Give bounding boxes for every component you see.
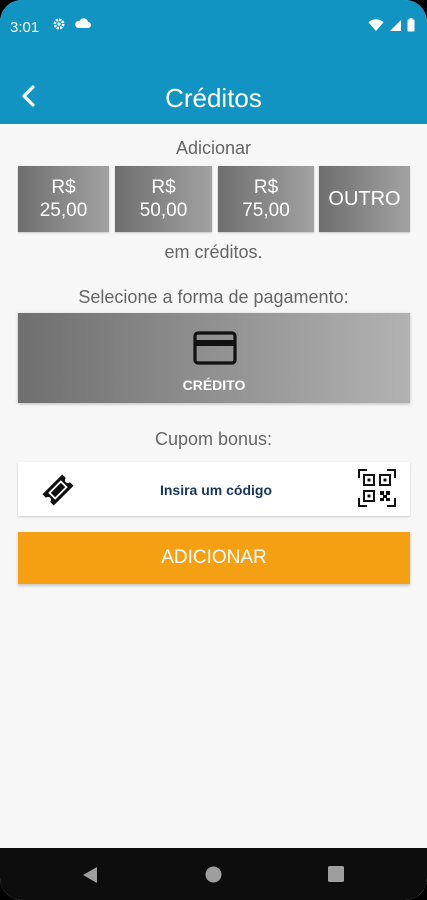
- coupon-input[interactable]: [98, 474, 334, 506]
- amount-button-other[interactable]: OUTRO: [319, 166, 410, 232]
- credit-card-icon: [193, 330, 237, 366]
- amount-currency: R$: [151, 177, 176, 198]
- cloud-icon: [74, 16, 92, 32]
- amount-button-25[interactable]: R$ 25,00: [18, 166, 109, 232]
- status-bar: 3:01: [0, 0, 427, 50]
- app-bar: 3:01 Créditos: [0, 0, 427, 124]
- amount-button-75[interactable]: R$ 75,00: [218, 166, 314, 232]
- payment-select-label: Selecione a forma de pagamento:: [78, 287, 349, 307]
- home-nav-icon[interactable]: [205, 866, 222, 888]
- qr-code-icon[interactable]: [358, 469, 396, 507]
- add-credits-button[interactable]: ADICIONAR: [18, 532, 410, 584]
- status-right-icons: [368, 18, 415, 36]
- amount-button-50[interactable]: R$ 50,00: [115, 166, 212, 232]
- payment-option-credit[interactable]: CRÉDITO: [18, 313, 410, 403]
- add-label: Adicionar: [175, 138, 252, 158]
- gear-icon: [52, 17, 66, 35]
- coupon-field: [18, 462, 410, 516]
- coupon-label: Cupom bonus:: [154, 429, 273, 449]
- amount-value: 75,00: [242, 200, 290, 221]
- signal-icon: [389, 19, 402, 36]
- status-time: 3:01: [10, 19, 40, 36]
- recents-nav-icon[interactable]: [328, 866, 344, 887]
- payment-option-label: CRÉDITO: [182, 377, 246, 393]
- credits-suffix-label: em créditos.: [164, 242, 263, 262]
- amount-value: 25,00: [39, 200, 88, 221]
- system-nav-bar: [0, 848, 427, 900]
- amount-currency: R$: [253, 177, 279, 198]
- back-nav-icon[interactable]: [82, 866, 98, 889]
- amount-currency: R$: [51, 177, 76, 198]
- phone-screen: 3:01 Créditos Adicionar R$ 25,00 R$ 50,0…: [0, 0, 427, 900]
- page-title: Créditos: [165, 83, 262, 113]
- amount-value: 50,00: [139, 200, 188, 221]
- wifi-icon: [368, 18, 384, 36]
- amount-other-label: OUTRO: [328, 187, 401, 210]
- ticket-icon: [38, 470, 78, 510]
- battery-icon: [407, 18, 415, 36]
